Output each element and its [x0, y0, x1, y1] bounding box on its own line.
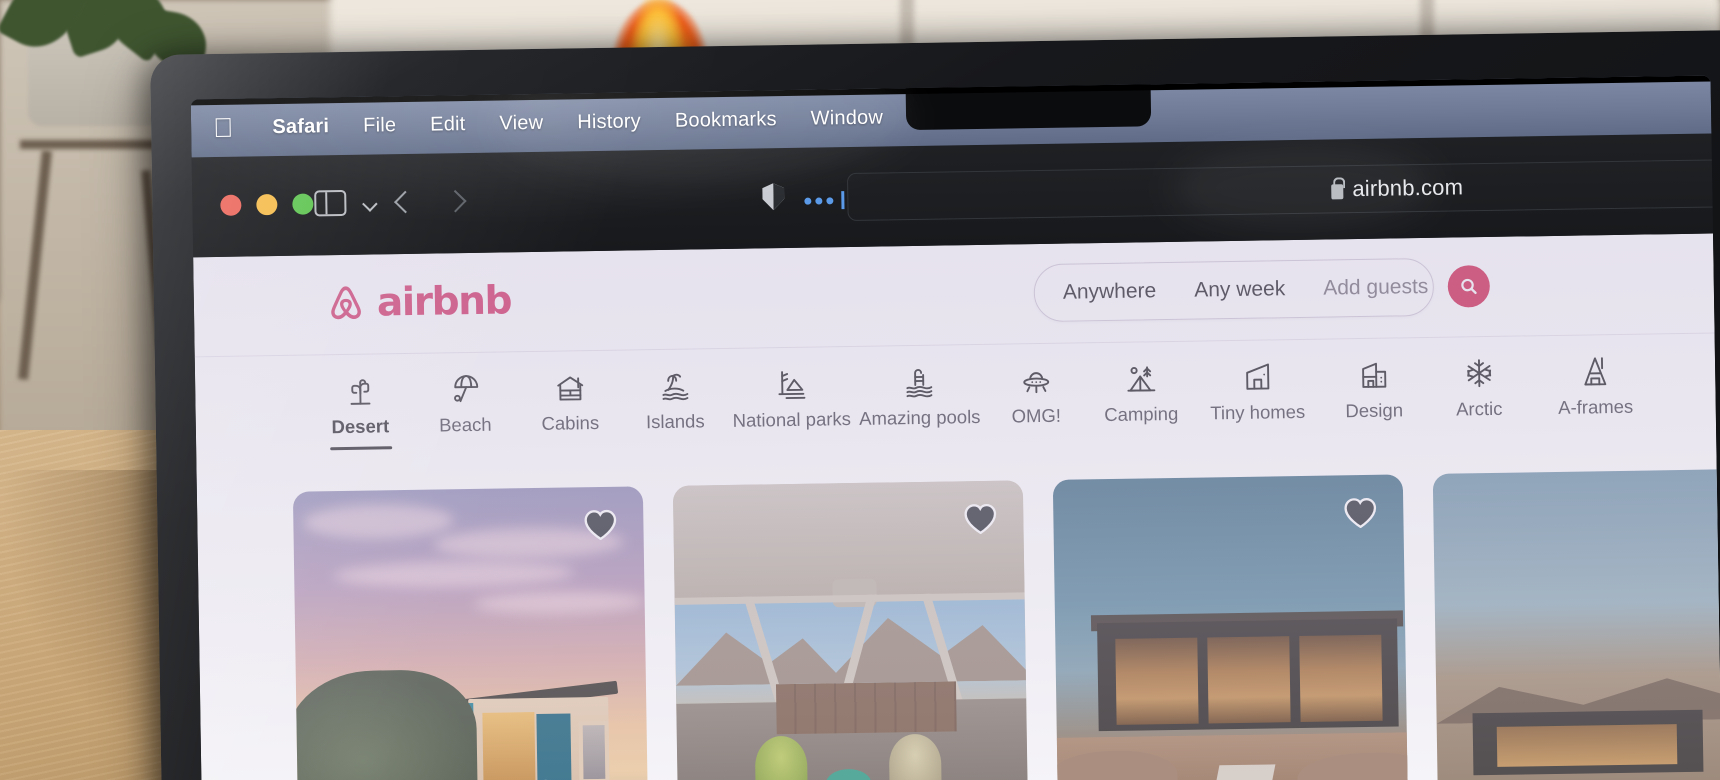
- category-amazing-pools[interactable]: Amazing pools: [855, 345, 984, 430]
- tiny-house-icon: [1241, 358, 1274, 392]
- search-dates-field[interactable]: Any week: [1175, 261, 1305, 319]
- search-guests-field[interactable]: Add guests: [1304, 259, 1448, 317]
- listing-card[interactable]: [1052, 474, 1408, 780]
- snowflake-icon: [1462, 355, 1495, 389]
- search-location-field[interactable]: Anywhere: [1034, 263, 1175, 321]
- webpage-airbnb: airbnb Anywhere Any week Add guests Dese…: [193, 233, 1720, 780]
- close-button[interactable]: [220, 194, 242, 216]
- search-bar[interactable]: Anywhere Any week Add guests: [1033, 257, 1490, 323]
- palm-island-icon: [659, 368, 690, 402]
- menu-item-history[interactable]: History: [560, 110, 658, 135]
- category-label: Beach: [438, 413, 492, 436]
- category-label: Cabins: [541, 411, 600, 434]
- chevron-down-icon[interactable]: [362, 196, 378, 212]
- ufo-icon: [1019, 362, 1052, 396]
- pool-ladder-icon: [904, 364, 935, 398]
- category-cabins[interactable]: Cabins: [517, 351, 623, 436]
- category-beach[interactable]: Beach: [412, 352, 518, 437]
- category-tiny-homes[interactable]: Tiny homes: [1193, 340, 1322, 425]
- category-islands[interactable]: Islands: [622, 349, 728, 434]
- maximize-button[interactable]: [292, 193, 314, 215]
- category-national-parks[interactable]: National parks: [727, 347, 856, 432]
- laptop-screen:  Safari File Edit View History Bookmark…: [190, 75, 1720, 780]
- category-label: Camping: [1104, 402, 1179, 426]
- category-label: Islands: [645, 410, 705, 433]
- menu-item-file[interactable]: File: [346, 113, 413, 137]
- modern-building-icon: [1357, 357, 1390, 391]
- minimize-button[interactable]: [256, 194, 278, 216]
- category-label: Design: [1345, 399, 1404, 422]
- menu-item-window[interactable]: Window: [794, 106, 901, 131]
- heart-icon[interactable]: [963, 503, 997, 535]
- listing-card[interactable]: [672, 480, 1028, 780]
- menu-item-view[interactable]: View: [482, 111, 560, 135]
- category-label: Arctic: [1455, 397, 1503, 420]
- privacy-shield-icon[interactable]: [762, 183, 784, 210]
- category-omg[interactable]: OMG!: [983, 343, 1089, 428]
- apple-logo-icon[interactable]: : [213, 112, 234, 142]
- chevron-left-icon[interactable]: [394, 190, 417, 214]
- macbook-laptop:  Safari File Edit View History Bookmark…: [150, 29, 1720, 780]
- chevron-right-icon: [444, 189, 467, 213]
- airbnb-bélo-icon: [331, 285, 361, 319]
- category-a-frames[interactable]: A-frames: [1531, 334, 1660, 419]
- listing-card[interactable]: [1432, 468, 1720, 780]
- heart-icon[interactable]: [583, 509, 617, 541]
- search-magnifier-icon: [1460, 278, 1477, 295]
- heart-icon[interactable]: [1343, 497, 1377, 529]
- airbnb-logo[interactable]: airbnb: [324, 278, 512, 326]
- menu-item-edit[interactable]: Edit: [413, 112, 483, 136]
- category-camping[interactable]: Camping: [1088, 342, 1194, 427]
- category-label: Tiny homes: [1210, 400, 1306, 424]
- tent-tree-icon: [1124, 360, 1157, 394]
- category-label: Amazing pools: [858, 406, 981, 429]
- category-label: Desert: [331, 415, 390, 438]
- listing-grid: [197, 468, 1720, 780]
- mountain-tree-icon: [775, 366, 808, 400]
- category-design[interactable]: Design: [1321, 338, 1427, 423]
- category-label: OMG!: [1011, 404, 1062, 427]
- window-controls[interactable]: [220, 193, 314, 216]
- a-frame-house-icon: [1580, 353, 1611, 387]
- menu-item-bookmarks[interactable]: Bookmarks: [658, 107, 794, 132]
- address-bar[interactable]: airbnb.com: [846, 155, 1720, 222]
- menu-item-safari[interactable]: Safari: [255, 114, 346, 138]
- listing-card[interactable]: [292, 486, 649, 780]
- category-label: A-frames: [1558, 395, 1634, 418]
- airbnb-wordmark: airbnb: [376, 278, 512, 326]
- category-desert[interactable]: Desert: [307, 354, 413, 439]
- search-submit-button[interactable]: [1446, 264, 1490, 308]
- beach-umbrella-icon: [450, 371, 481, 405]
- log-cabin-icon: [553, 369, 586, 403]
- category-arctic[interactable]: Arctic: [1426, 336, 1532, 421]
- sidebar-toggle-icon[interactable]: [314, 189, 347, 217]
- category-label: National parks: [732, 408, 852, 431]
- category-bar[interactable]: Desert Beach Cabins Islands National par…: [195, 333, 1717, 477]
- three-dots-icon[interactable]: [804, 191, 845, 210]
- address-bar-url: airbnb.com: [1352, 174, 1464, 202]
- cactus-icon: [345, 373, 376, 407]
- lock-icon: [1331, 183, 1344, 199]
